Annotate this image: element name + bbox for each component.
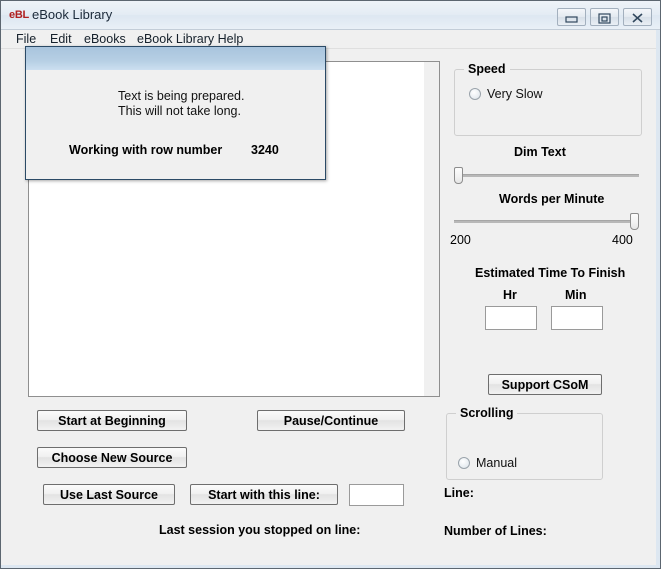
- radio-label-manual: Manual: [476, 456, 517, 470]
- radio-button-icon: [458, 457, 470, 469]
- line-number-input[interactable]: [349, 484, 404, 506]
- dim-text-slider-thumb[interactable]: [454, 167, 463, 184]
- speed-group-box: Speed Very Slow: [454, 62, 642, 136]
- start-with-this-line-button[interactable]: Start with this line:: [190, 484, 338, 505]
- words-per-minute-label: Words per Minute: [499, 192, 605, 206]
- progress-dialog: Text is being prepared. This will not ta…: [25, 46, 326, 180]
- maximize-button[interactable]: [590, 8, 619, 26]
- choose-new-source-button[interactable]: Choose New Source: [37, 447, 187, 468]
- words-per-minute-slider[interactable]: [454, 212, 639, 230]
- minutes-input[interactable]: [551, 306, 603, 330]
- menu-item-edit[interactable]: Edit: [45, 32, 77, 46]
- menu-item-ebook-help[interactable]: eBook Library Help: [132, 32, 248, 46]
- hours-input[interactable]: [485, 306, 537, 330]
- window-titlebar: eBL eBook Library: [1, 1, 660, 30]
- dialog-body: Text is being prepared. This will not ta…: [26, 70, 325, 179]
- radio-option-very-slow[interactable]: Very Slow: [469, 87, 543, 101]
- scrolling-group-title: Scrolling: [456, 406, 518, 420]
- wpm-slider-thumb[interactable]: [630, 213, 639, 230]
- use-last-source-button[interactable]: Use Last Source: [43, 484, 175, 505]
- dialog-row-number-value: 3240: [251, 143, 279, 157]
- text-area-scrollbar[interactable]: [424, 62, 439, 396]
- number-of-lines-status-label: Number of Lines:: [444, 524, 547, 538]
- speed-group-title: Speed: [464, 62, 510, 76]
- wpm-slider-track: [454, 220, 639, 223]
- window-frame-bottom-edge: [1, 565, 660, 568]
- radio-label-very-slow: Very Slow: [487, 87, 543, 101]
- dim-text-label: Dim Text: [514, 145, 566, 159]
- wpm-min-label: 200: [450, 233, 471, 247]
- dim-text-slider[interactable]: [454, 166, 639, 184]
- wpm-max-label: 400: [612, 233, 633, 247]
- scrolling-group-box: Scrolling Manual: [446, 406, 603, 480]
- hr-label: Hr: [503, 288, 517, 302]
- radio-button-icon: [469, 88, 481, 100]
- menu-item-file[interactable]: File: [11, 32, 41, 46]
- close-icon: [632, 13, 643, 23]
- maximize-icon: [598, 13, 611, 24]
- dialog-message-line-2: This will not take long.: [118, 104, 241, 118]
- app-logo-icon: eBL: [9, 9, 29, 21]
- dialog-titlebar: [26, 47, 325, 71]
- start-at-beginning-button[interactable]: Start at Beginning: [37, 410, 187, 431]
- last-session-label: Last session you stopped on line:: [159, 523, 361, 537]
- dim-text-slider-track: [454, 174, 639, 177]
- pause-continue-button[interactable]: Pause/Continue: [257, 410, 405, 431]
- window-frame-right-edge: [656, 30, 660, 568]
- dialog-message-line-1: Text is being prepared.: [118, 89, 245, 103]
- close-button[interactable]: [623, 8, 652, 26]
- dialog-working-label: Working with row number: [69, 143, 223, 157]
- menu-item-ebooks[interactable]: eBooks: [79, 32, 131, 46]
- window-title: eBook Library: [32, 7, 113, 22]
- minimize-icon: [565, 16, 578, 23]
- support-csom-button[interactable]: Support CSoM: [488, 374, 602, 395]
- line-status-label: Line:: [444, 486, 474, 500]
- minimize-button[interactable]: [557, 8, 586, 26]
- application-window: eBL eBook Library File Edit eBooks eBook…: [0, 0, 661, 569]
- min-label: Min: [565, 288, 587, 302]
- radio-option-manual[interactable]: Manual: [458, 456, 517, 470]
- estimated-time-label: Estimated Time To Finish: [475, 266, 626, 280]
